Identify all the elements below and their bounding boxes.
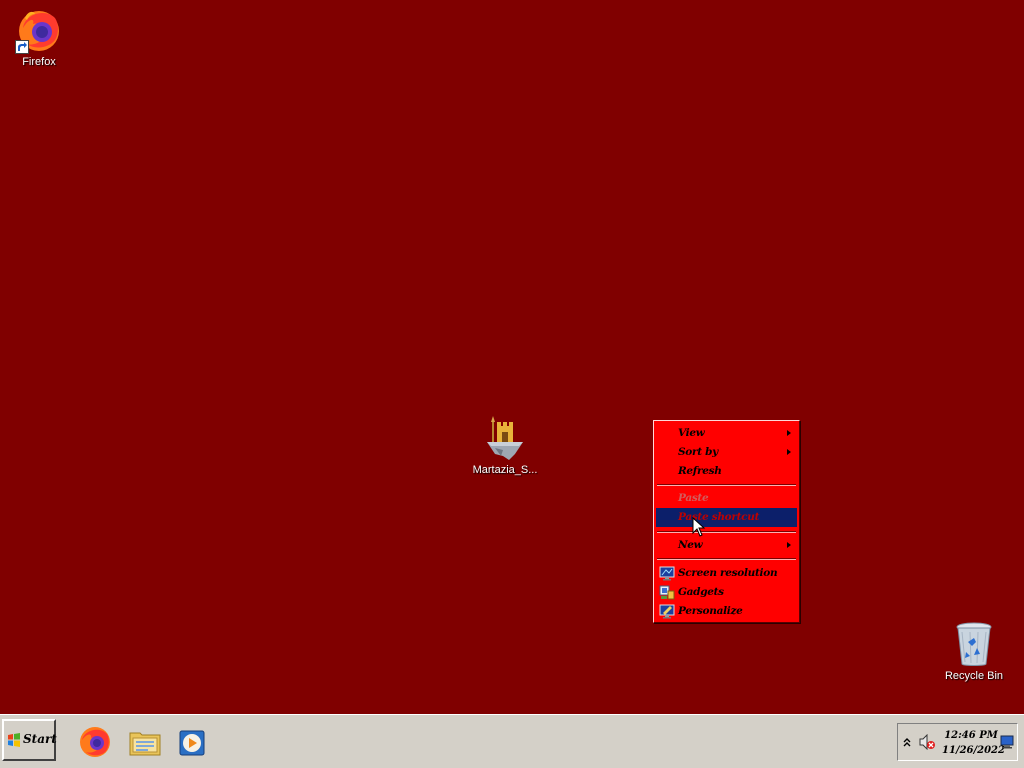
menu-item-label: Gadgets [678, 586, 724, 598]
system-tray: 12:46 PM 11/26/2022 [897, 723, 1018, 761]
recycle-bin-icon [950, 620, 998, 668]
shortcut-arrow-icon [15, 40, 29, 54]
firefox-icon [15, 6, 63, 54]
menu-separator [657, 558, 796, 560]
menu-item-label: Personalize [678, 605, 743, 617]
menu-separator [657, 531, 796, 533]
network-icon[interactable] [1000, 735, 1014, 749]
menu-item-label: New [678, 539, 703, 551]
menu-separator [657, 484, 796, 486]
desktop-icon-label: Firefox [22, 56, 56, 68]
desktop-context-menu: View Sort by Refresh Paste Paste shortcu… [653, 420, 800, 623]
menu-item-view[interactable]: View [656, 424, 797, 443]
desktop-icon-firefox[interactable]: Firefox [1, 6, 77, 68]
submenu-arrow-icon [787, 542, 791, 548]
desktop[interactable]: Firefox Martazia_S... Recycle Bin View S… [0, 0, 1024, 714]
menu-item-label: View [678, 427, 705, 439]
submenu-arrow-icon [787, 430, 791, 436]
clock[interactable]: 12:46 PM 11/26/2022 [942, 728, 1005, 758]
mouse-cursor-icon [692, 517, 706, 537]
menu-item-label: Sort by [678, 446, 718, 458]
desktop-icon-label: Martazia_S... [472, 464, 538, 476]
gadgets-icon [659, 585, 675, 600]
menu-item-gadgets[interactable]: Gadgets [656, 583, 797, 602]
desktop-icon-label: Recycle Bin [944, 670, 1004, 682]
menu-item-refresh[interactable]: Refresh [656, 462, 797, 481]
taskbar-media-player-button[interactable] [176, 725, 210, 759]
start-label: Start [23, 732, 57, 746]
start-button[interactable]: Start [2, 719, 57, 761]
taskbar-file-explorer-button[interactable] [128, 725, 162, 759]
menu-item-new[interactable]: New [656, 536, 797, 555]
monitor-icon [659, 566, 675, 581]
menu-item-label: Paste shortcut [678, 511, 760, 523]
menu-item-paste: Paste [656, 489, 797, 508]
media-player-icon [179, 730, 205, 756]
menu-item-label: Paste [678, 492, 709, 504]
file-explorer-icon [129, 732, 161, 756]
menu-item-personalize[interactable]: Personalize [656, 602, 797, 621]
menu-item-sort-by[interactable]: Sort by [656, 443, 797, 462]
taskbar: Start 12:46 PM 11/26/2022 [0, 714, 1024, 768]
menu-item-label: Refresh [678, 465, 722, 477]
volume-muted-icon[interactable] [918, 734, 936, 750]
windows-logo-icon [7, 733, 21, 747]
clock-date: 11/26/2022 [942, 745, 1005, 756]
submenu-arrow-icon [787, 449, 791, 455]
floating-island-icon [481, 414, 529, 462]
clock-time: 12:46 PM [944, 730, 998, 741]
firefox-icon [80, 727, 110, 757]
menu-item-screen-resolution[interactable]: Screen resolution [656, 564, 797, 583]
personalize-icon [659, 604, 675, 619]
show-hidden-icons-chevron[interactable] [902, 736, 912, 748]
menu-item-label: Screen resolution [678, 567, 778, 579]
taskbar-firefox-button[interactable] [78, 725, 112, 759]
menu-item-paste-shortcut[interactable]: Paste shortcut [656, 508, 797, 527]
desktop-icon-martazia[interactable]: Martazia_S... [467, 414, 543, 476]
desktop-icon-recycle-bin[interactable]: Recycle Bin [936, 620, 1012, 682]
